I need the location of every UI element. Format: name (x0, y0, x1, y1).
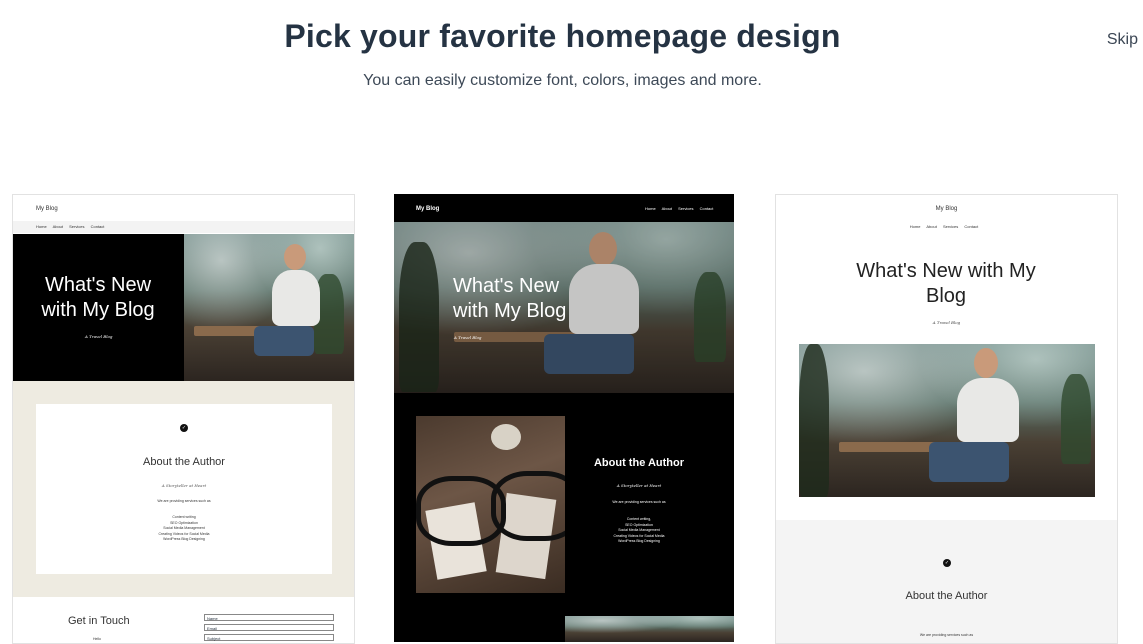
hero-title: What's New with My Blog (453, 275, 567, 322)
blog-name: My Blog (416, 206, 440, 212)
about-intro: We are providing services such as (919, 633, 974, 637)
nav-item-contact[interactable]: Contact (964, 224, 978, 229)
hero-tagline: A Travel Blog (85, 334, 113, 339)
services-list: Content writing SEO Optimization Social … (36, 515, 332, 543)
nav-menu: Home About Services Contact (645, 206, 718, 211)
badge-icon: ✓ (180, 424, 188, 432)
about-title: About the Author (143, 456, 225, 468)
email-field[interactable]: Email (204, 624, 334, 631)
page-subtitle: You can easily customize font, colors, i… (363, 72, 762, 89)
services-list: Content writing, SEO Optimization Social… (569, 517, 709, 545)
about-title: About the Author (593, 457, 684, 469)
hero-tagline: A Travel Blog (454, 335, 482, 340)
glasses-photo (416, 416, 565, 593)
nav-item-home[interactable]: Home (36, 224, 47, 229)
about-tagline: A Storyteller at Heart (161, 483, 207, 488)
hero-photo (184, 234, 354, 381)
nav-menu: Home About Services Contact (36, 224, 109, 229)
contact-title: Get in Touch (68, 615, 130, 627)
list-item: WordPress Blog Designing (618, 539, 660, 543)
nav-item-contact[interactable]: Contact (91, 224, 105, 229)
nav-item-services[interactable]: Services (69, 224, 84, 229)
nav-item-services[interactable]: Services (678, 206, 693, 211)
nav-menu: Home About Services Contact (776, 224, 1117, 229)
skip-button[interactable]: Skip (1107, 31, 1138, 49)
hero-title: What's New with My Blog (41, 274, 155, 321)
list-item: WordPress Blog Designing (163, 537, 205, 541)
badge-icon: ✓ (943, 559, 951, 567)
nav-item-contact[interactable]: Contact (700, 206, 714, 211)
blog-name: My Blog (935, 206, 958, 212)
nav-item-services[interactable]: Services (943, 224, 958, 229)
name-field[interactable]: Name (204, 614, 334, 621)
template-card-3[interactable]: My Blog Home About Services Contact What… (775, 194, 1118, 644)
template-card-2[interactable]: My Blog Home About Services Contact What… (394, 194, 734, 642)
secondary-photo (565, 616, 734, 642)
nav-item-home[interactable]: Home (645, 206, 656, 211)
template-card-1[interactable]: My Blog Home About Services Contact What… (12, 194, 355, 644)
hero-tagline: A Travel Blog (932, 320, 961, 325)
nav-item-home[interactable]: Home (910, 224, 921, 229)
blog-name: My Blog (36, 206, 58, 212)
page-title: Pick your favorite homepage design (284, 18, 841, 54)
hero-title: What's New with My Blog (856, 260, 1036, 307)
about-intro: We are providing services such as (612, 500, 666, 504)
about-tagline: A Storyteller at Heart (616, 483, 662, 488)
about-intro: We are providing services such as (157, 499, 211, 503)
nav-item-about[interactable]: About (662, 206, 672, 211)
hero-photo (799, 344, 1095, 497)
about-section-bg (776, 520, 1117, 643)
nav-item-about[interactable]: About (926, 224, 936, 229)
about-title: About the Author (905, 590, 988, 602)
nav-item-about[interactable]: About (53, 224, 63, 229)
subject-field[interactable]: Subject (204, 634, 334, 641)
